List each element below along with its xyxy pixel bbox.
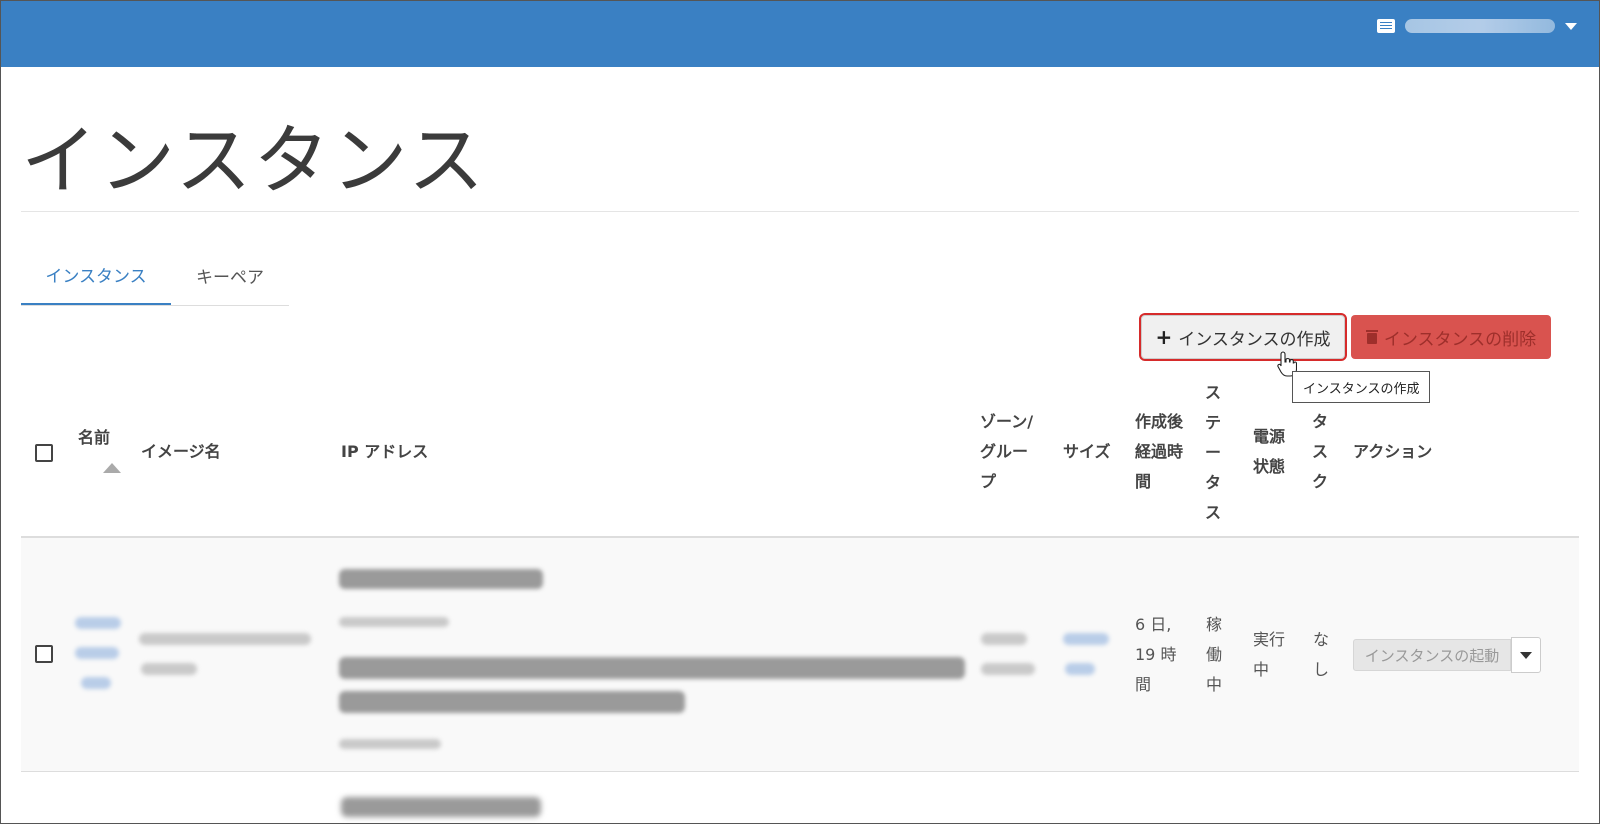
instance-name-link-redacted[interactable]: [75, 647, 119, 659]
zone-redacted: [981, 663, 1035, 675]
select-all-checkbox[interactable]: [35, 444, 53, 462]
tab-keypairs[interactable]: キーペア: [171, 245, 289, 305]
instance-status-line: 働: [1206, 645, 1223, 664]
column-header-age-line: 作成後: [1135, 412, 1184, 431]
ip-address-redacted: [339, 569, 543, 589]
instance-status: 稼 働 中: [1206, 610, 1222, 700]
column-header-age-line: 経過時: [1135, 442, 1184, 461]
ip-address-redacted: [339, 691, 685, 713]
top-navbar: [1, 1, 1599, 67]
instance-name-link-redacted[interactable]: [75, 617, 121, 629]
column-header-power-line: 電源: [1253, 427, 1286, 446]
tab-bar: インスタンス キーペア: [21, 245, 289, 306]
instance-status-line: 稼: [1206, 615, 1223, 634]
table-row: [21, 538, 1579, 772]
row-actions-dropdown-toggle[interactable]: [1511, 637, 1541, 673]
column-header-status[interactable]: ス テ ー タ ス: [1205, 378, 1221, 528]
column-header-task-line: タ: [1312, 412, 1329, 431]
task-state: な し: [1313, 625, 1329, 685]
instance-age: 6 日, 19 時 間: [1135, 610, 1176, 700]
caret-down-icon: [1520, 651, 1532, 659]
column-header-ip[interactable]: IP アドレス: [341, 437, 428, 467]
column-header-status-line: テ: [1205, 413, 1222, 432]
column-header-zone-line: グルー: [980, 442, 1029, 461]
column-header-status-line: ー: [1205, 443, 1222, 462]
column-header-power[interactable]: 電源 状態: [1253, 422, 1285, 482]
instance-age-line: 19 時: [1135, 645, 1177, 664]
column-header-zone-line: ゾーン/: [980, 412, 1034, 431]
task-state-line: し: [1313, 660, 1330, 679]
task-state-line: な: [1313, 630, 1330, 649]
delete-instance-label: インスタンスの削除: [1383, 329, 1537, 350]
column-header-age[interactable]: 作成後 経過時 間: [1135, 407, 1183, 497]
column-header-image[interactable]: イメージ名: [141, 437, 221, 467]
column-header-size[interactable]: サイズ: [1063, 437, 1111, 467]
image-name-redacted: [141, 663, 197, 675]
ip-address-redacted: [339, 657, 965, 679]
column-header-actions: アクション: [1353, 442, 1433, 461]
power-state-line: 中: [1253, 660, 1270, 679]
column-header-age-line: 間: [1135, 472, 1152, 491]
create-instance-label: インスタンスの作成: [1178, 329, 1331, 350]
create-instance-tooltip: インスタンスの作成: [1292, 371, 1431, 403]
column-header-task-line: ス: [1312, 442, 1329, 461]
size-link-redacted[interactable]: [1065, 663, 1095, 675]
column-header-zone-line: プ: [980, 472, 997, 491]
instance-name-link-redacted[interactable]: [81, 677, 111, 689]
create-instance-button[interactable]: + インスタンスの作成: [1139, 313, 1347, 361]
list-icon: [1377, 19, 1395, 33]
power-state-line: 実行: [1253, 630, 1286, 649]
ip-address-redacted: [339, 617, 449, 627]
title-divider: [21, 211, 1579, 212]
power-state: 実行 中: [1253, 625, 1285, 685]
instance-age-line: 6 日,: [1135, 615, 1172, 634]
image-name-redacted: [139, 633, 311, 645]
column-header-status-line: タ: [1205, 473, 1222, 492]
instance-age-line: 間: [1135, 675, 1152, 694]
ip-address-redacted: [339, 739, 441, 749]
caret-down-icon: [1565, 22, 1577, 30]
tab-instances[interactable]: インスタンス: [21, 245, 171, 305]
column-header-zone[interactable]: ゾーン/ グルー プ: [980, 407, 1033, 497]
zone-redacted: [981, 633, 1027, 645]
page-title: インスタンス: [21, 116, 486, 205]
row-checkbox[interactable]: [35, 645, 53, 663]
column-header-task-line: ク: [1312, 472, 1329, 491]
trash-icon: [1365, 330, 1378, 344]
instance-status-line: 中: [1206, 675, 1223, 694]
ip-address-redacted: [341, 797, 541, 817]
column-header-status-line: ス: [1205, 383, 1222, 402]
column-header-status-line: ス: [1205, 503, 1222, 522]
start-instance-button[interactable]: インスタンスの起動: [1353, 639, 1511, 671]
column-header-name[interactable]: 名前: [78, 423, 110, 453]
column-header-power-line: 状態: [1253, 457, 1286, 476]
username-redacted: [1405, 19, 1555, 33]
size-link-redacted[interactable]: [1063, 633, 1109, 645]
plus-icon: +: [1155, 325, 1173, 349]
delete-instance-button[interactable]: インスタンスの削除: [1351, 315, 1551, 359]
user-menu[interactable]: [1377, 15, 1577, 37]
column-header-task[interactable]: タ ス ク: [1312, 407, 1328, 497]
sort-ascending-icon[interactable]: [103, 463, 121, 473]
